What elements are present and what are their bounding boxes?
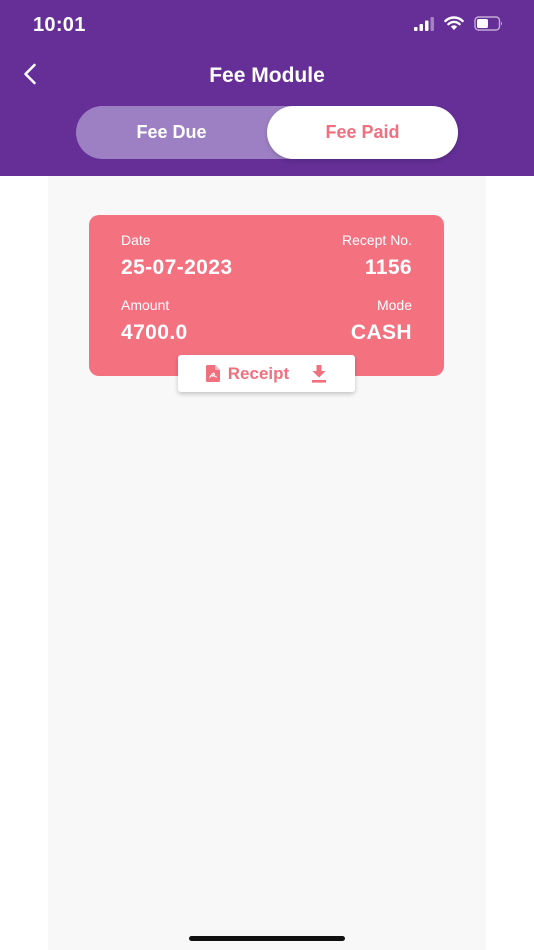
status-time: 10:01 xyxy=(33,14,86,36)
mode-value: CASH xyxy=(350,321,412,344)
pdf-file-icon xyxy=(205,365,220,382)
receipt-download-button[interactable]: Receipt xyxy=(178,355,355,392)
tab-fee-paid[interactable]: Fee Paid xyxy=(267,106,458,159)
receipt-button-label: Receipt xyxy=(227,363,290,383)
fee-tabs: Fee Due Fee Paid xyxy=(76,106,458,159)
wifi-icon xyxy=(444,16,464,36)
amount-label: Amount xyxy=(121,297,170,313)
page-title: Fee Module xyxy=(209,64,325,87)
amount-value: 4700.0 xyxy=(121,321,188,344)
tab-fee-due[interactable]: Fee Due xyxy=(76,106,267,159)
receipt-no-value: 1156 xyxy=(364,256,412,279)
battery-icon xyxy=(474,16,504,36)
home-indicator xyxy=(189,936,345,941)
date-value: 25-07-2023 xyxy=(121,256,233,279)
status-bar: 10:01 xyxy=(0,0,534,54)
mode-label: Mode xyxy=(376,297,412,313)
receipt-no-label: Recept No. xyxy=(341,232,412,248)
download-icon xyxy=(311,364,327,383)
fee-paid-card: Date Recept No. 25-07-2023 1156 Amount M… xyxy=(89,215,444,376)
date-label: Date xyxy=(121,232,151,248)
status-icons xyxy=(414,16,504,36)
app-header: 10:01 Fee Module Fee Due Fee Paid xyxy=(0,0,534,176)
signal-icon xyxy=(414,16,434,36)
